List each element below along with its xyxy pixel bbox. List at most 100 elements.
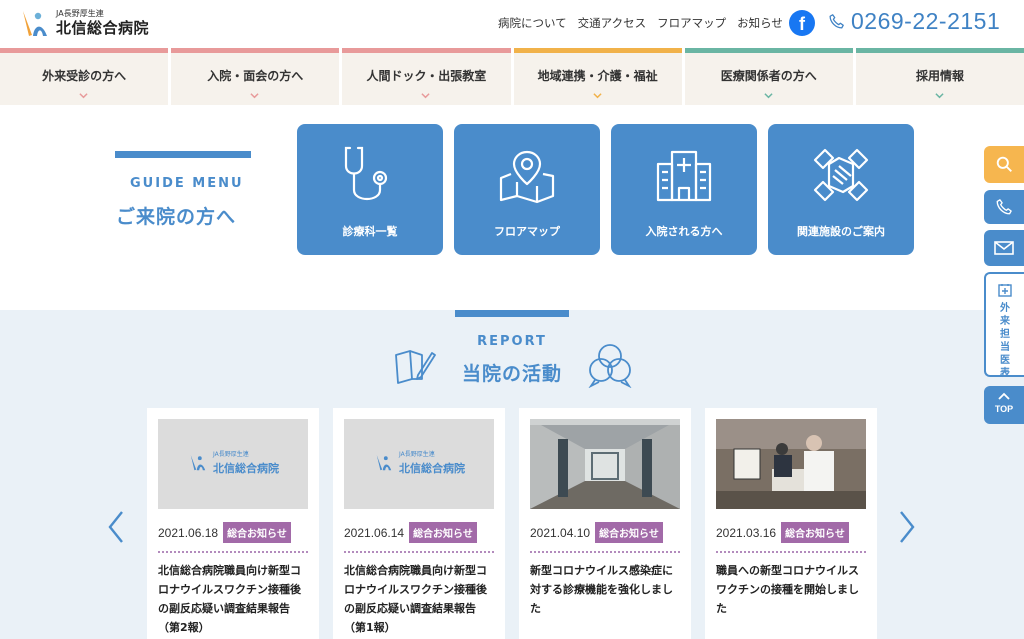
card-departments[interactable]: 診療科一覧: [297, 124, 443, 255]
card-label: 入院される方へ: [645, 225, 723, 238]
card-floormap[interactable]: フロアマップ: [454, 124, 600, 255]
back-to-top-button[interactable]: TOP: [984, 386, 1024, 424]
news-title: 職員への新型コロナウイルスワクチンの接種を開始しました: [716, 564, 859, 615]
news-card[interactable]: JA長野厚生連 北信総合病院 2021.06.18 総合お知らせ 北信総合病院職…: [147, 408, 319, 639]
chevron-up-icon: [998, 392, 1010, 400]
card-label: フロアマップ: [494, 225, 560, 238]
map-pin-icon: [499, 150, 555, 204]
news-date: 2021.04.10: [530, 525, 591, 540]
category-badge: 総合お知らせ: [781, 522, 849, 543]
phone-number[interactable]: 0269-22-2151: [828, 8, 1000, 35]
chevron-down-icon: [935, 93, 944, 99]
category-badge: 総合お知らせ: [223, 522, 291, 543]
search-icon: [996, 156, 1012, 172]
chevron-down-icon: [592, 93, 602, 99]
news-thumbnail: JA長野厚生連 北信総合病院: [344, 419, 494, 509]
nav-label: 採用情報: [915, 69, 964, 83]
guide-heading: ご来院の方へ: [116, 206, 237, 228]
nav-checkup[interactable]: 人間ドック・出張教室: [342, 48, 511, 105]
report-heading: 当院の活動: [461, 363, 562, 385]
side-phone-button[interactable]: [984, 190, 1024, 224]
nav-label: 外来受診の方へ: [42, 69, 127, 83]
news-title: 北信総合病院職員向け新型コロナウイルスワクチン接種後の副反応疑い調査結果報告（第…: [158, 564, 301, 634]
hospital-logo[interactable]: JA長野厚生連 北信総合病院: [20, 9, 149, 39]
nav-label: 医療関係者の方へ: [720, 69, 817, 83]
nav-recruit[interactable]: 採用情報: [855, 48, 1024, 105]
category-badge: 総合お知らせ: [595, 522, 663, 543]
handshake-icon: [813, 148, 869, 202]
chat-bubbles-icon: [588, 344, 632, 388]
card-facilities[interactable]: 関連施設のご案内: [768, 124, 914, 255]
thumbnail-logo-sub: JA長野厚生連: [399, 451, 435, 458]
nav-label: 地域連携・介護・福祉: [537, 69, 658, 83]
header: JA長野厚生連 北信総合病院 病院について 交通アクセス フロアマップ お知らせ…: [0, 0, 1024, 48]
top-links: 病院について 交通アクセス フロアマップ お知らせ: [498, 15, 783, 31]
thumbnail-logo: JA長野厚生連 北信総合病院: [188, 449, 279, 476]
phone-number-text: 0269-22-2151: [851, 8, 1001, 34]
nav-professionals[interactable]: 医療関係者の方へ: [684, 48, 853, 105]
thumbnail-logo-main: 北信総合病院: [399, 462, 465, 475]
news-photo-vaccination: [716, 419, 866, 509]
card-label: 関連施設のご案内: [797, 225, 885, 238]
news-date: 2021.03.16: [716, 525, 777, 540]
card-admission[interactable]: 入院される方へ: [611, 124, 757, 255]
logo-mark-icon: [20, 9, 50, 39]
report-section: REPORT 当院の活動 JA長野厚生連 北信総合病院 2021.06.18 総…: [0, 310, 1024, 639]
carousel-next-button[interactable]: [897, 510, 917, 544]
mail-icon: [994, 241, 1014, 255]
link-floormap[interactable]: フロアマップ: [657, 15, 726, 31]
news-card[interactable]: 2021.03.16 総合お知らせ 職員への新型コロナウイルスワクチンの接種を開…: [705, 408, 877, 639]
guide-heading-en: GUIDE MENU: [130, 176, 244, 191]
category-badge: 総合お知らせ: [409, 522, 477, 543]
nav-outpatient[interactable]: 外来受診の方へ: [0, 48, 169, 105]
side-schedule-button[interactable]: 外来担当医表: [984, 272, 1024, 379]
thumbnail-logo-sub: JA長野厚生連: [213, 451, 249, 458]
chevron-down-icon: [764, 93, 773, 99]
thumbnail-logo-main: 北信総合病院: [213, 462, 279, 475]
nav-label: 入院・面会の方へ: [207, 69, 304, 83]
news-photo-corridor: [530, 419, 680, 509]
chevron-down-icon: [421, 93, 431, 99]
news-title: 北信総合病院職員向け新型コロナウイルスワクチン接種後の副反応疑い調査結果報告（第…: [344, 564, 487, 634]
nav-community[interactable]: 地域連携・介護・福祉: [513, 48, 682, 105]
logo-title: 北信総合病院: [56, 19, 150, 37]
medical-calendar-icon: [998, 284, 1012, 297]
nav-inpatient[interactable]: 入院・面会の方へ: [171, 48, 340, 105]
news-card[interactable]: 2021.04.10 総合お知らせ 新型コロナウイルス感染症に対する診療機能を強…: [519, 408, 691, 639]
nav-label: 人間ドック・出張教室: [366, 69, 487, 83]
dotted-divider: [344, 551, 494, 553]
phone-icon: [996, 199, 1012, 215]
guide-accent-bar: [115, 151, 251, 158]
card-label: 診療科一覧: [342, 225, 398, 238]
book-pen-icon: [395, 350, 436, 384]
news-card[interactable]: JA長野厚生連 北信総合病院 2021.06.14 総合お知らせ 北信総合病院職…: [333, 408, 505, 639]
news-thumbnail: JA長野厚生連 北信総合病院: [158, 419, 308, 509]
dotted-divider: [716, 551, 866, 553]
side-mail-button[interactable]: [984, 230, 1024, 266]
chevron-down-icon: [250, 93, 259, 99]
dotted-divider: [530, 551, 680, 553]
facebook-icon[interactable]: f: [789, 10, 815, 36]
main-nav: 外来受診の方へ 入院・面会の方へ 人間ドック・出張教室 地域連携・介護・福祉 医…: [0, 48, 1024, 105]
guide-cards: 診療科一覧 フロアマップ 入院される方へ 関連施設のご案内: [297, 124, 914, 255]
news-title: 新型コロナウイルス感染症に対する診療機能を強化しました: [530, 564, 673, 615]
news-date: 2021.06.14: [344, 525, 405, 540]
report-heading-en: REPORT: [477, 334, 547, 349]
phone-icon: [829, 14, 844, 29]
carousel-prev-button[interactable]: [106, 510, 126, 544]
hospital-building-icon: [656, 150, 712, 202]
report-accent-bar: [455, 310, 569, 317]
link-access[interactable]: 交通アクセス: [578, 15, 646, 31]
link-about[interactable]: 病院について: [498, 15, 567, 31]
news-list: JA長野厚生連 北信総合病院 2021.06.18 総合お知らせ 北信総合病院職…: [147, 408, 877, 639]
side-search-button[interactable]: [984, 146, 1024, 183]
chevron-down-icon: [79, 93, 88, 99]
stethoscope-icon: [344, 146, 388, 201]
news-date: 2021.06.18: [158, 525, 219, 540]
schedule-label: 外来担当医表: [1000, 303, 1010, 379]
link-news[interactable]: お知らせ: [737, 15, 783, 31]
dotted-divider: [158, 551, 308, 553]
top-label: TOP: [994, 404, 1014, 414]
logo-subtitle: JA長野厚生連: [56, 9, 104, 18]
thumbnail-logo: JA長野厚生連 北信総合病院: [374, 449, 465, 476]
